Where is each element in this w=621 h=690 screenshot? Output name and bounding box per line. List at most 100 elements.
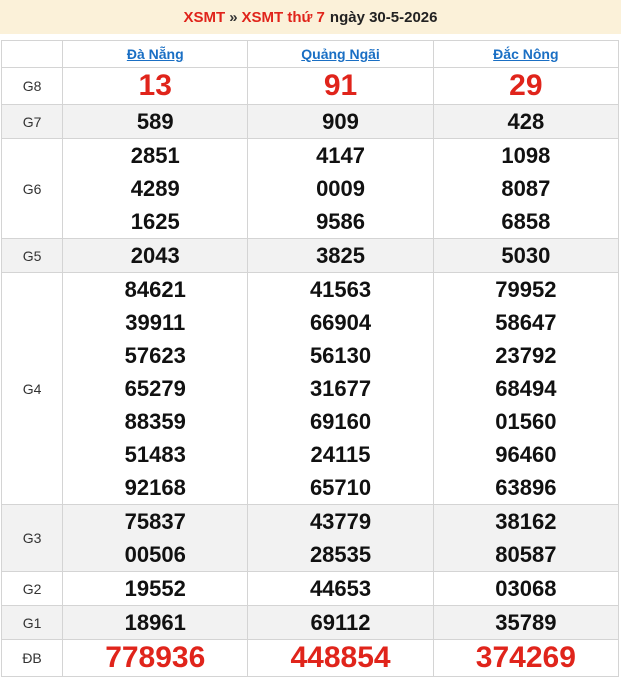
xsmt-link[interactable]: XSMT [184, 9, 226, 26]
prize-row-1: G7 589 909 428 [0, 104, 620, 139]
prize-number: 374269 [475, 641, 576, 674]
prize-number: 01560 [495, 409, 557, 434]
prize-cell: 43779 28535 [247, 504, 434, 572]
prize-row-5: G3 75837 00506 43779 28535 38162 80587 [0, 504, 620, 572]
prize-cell: 44653 [247, 571, 434, 606]
prize-label: G2 [0, 571, 64, 606]
prize-number: 69112 [310, 610, 371, 635]
prize-number: 91 [323, 69, 358, 102]
prize-number: 75837 [124, 509, 186, 534]
prize-label: G7 [0, 104, 64, 139]
prize-cell: 38162 80587 [432, 504, 620, 572]
prize-number: 23792 [495, 343, 557, 368]
prize-cell: 19552 [62, 571, 249, 606]
prize-number: 00506 [124, 542, 186, 567]
prize-number: 80587 [495, 542, 557, 567]
prize-number: 35789 [495, 610, 557, 635]
prize-number: 65279 [124, 376, 186, 401]
province-link[interactable]: Quảng Ngãi [247, 40, 434, 68]
results-table: Đà Nẵng Quảng Ngãi Đắc Nông G8 13 91 29 G7 58… [0, 40, 620, 677]
prize-number: 2851 [130, 143, 180, 168]
prize-cell: 374269 [432, 639, 620, 677]
prize-row-7: G1 18961 69112 35789 [0, 605, 620, 640]
prize-number: 909 [322, 109, 359, 134]
prize-number: 58647 [495, 310, 557, 335]
prize-number: 6858 [501, 209, 551, 234]
prize-number: 589 [136, 109, 174, 134]
prize-rows: G8 13 91 29 G7 589 909 428 G6 2851 4289 1625 4147 000… [0, 67, 620, 677]
prize-row-4: G4 84621 39911 57623 65279 88359 51483 92168 415… [0, 272, 620, 505]
prize-label: G6 [0, 138, 64, 239]
prize-cell: 2043 [62, 238, 249, 273]
province-link[interactable]: Đắc Nông [432, 40, 620, 68]
prize-row-6: G2 19552 44653 03068 [0, 571, 620, 606]
prize-cell: 589 [62, 104, 249, 139]
prize-number: 18961 [124, 610, 186, 635]
prize-cell: 1098 8087 6858 [432, 138, 620, 239]
prize-cell: 909 [247, 104, 434, 139]
prize-number: 5030 [501, 243, 551, 268]
prize-number: 38162 [495, 509, 557, 534]
prize-number: 39911 [125, 310, 186, 335]
prize-number: 51483 [124, 442, 186, 467]
page-header: XSMT » XSMT thứ 7 ngày 30-5-2026 [0, 0, 621, 34]
breadcrumb-separator: » [229, 8, 238, 26]
prize-number: 19552 [124, 576, 186, 601]
prize-number: 428 [507, 109, 545, 134]
prize-number: 28535 [309, 542, 372, 567]
prize-number: 69160 [309, 409, 372, 434]
prize-number: 9586 [316, 209, 366, 234]
prize-cell: 18961 [62, 605, 249, 640]
prize-cell: 91 [247, 67, 434, 105]
province-link[interactable]: Đà Nẵng [62, 40, 249, 68]
prize-label: G1 [0, 605, 64, 640]
prize-label: G4 [0, 272, 64, 505]
prize-number: 66904 [309, 310, 372, 335]
prize-number: 65710 [309, 475, 372, 500]
prize-number: 03068 [495, 576, 557, 601]
prize-number: 84621 [124, 277, 186, 302]
prize-label: G3 [0, 504, 64, 572]
prize-number: 778936 [105, 641, 206, 674]
prize-number: 68494 [495, 376, 557, 401]
prize-cell: 5030 [432, 238, 620, 273]
prize-number: 4289 [130, 176, 180, 201]
prize-number: 2043 [130, 243, 180, 268]
prize-number: 0009 [316, 176, 366, 201]
prize-number: 43779 [309, 509, 372, 534]
prize-cell: 778936 [62, 639, 249, 677]
prize-number: 24115 [310, 442, 371, 467]
prize-cell: 03068 [432, 571, 620, 606]
prize-number: 8087 [501, 176, 551, 201]
prize-row-8: ĐB 778936 448854 374269 [0, 639, 620, 677]
prize-cell: 13 [62, 67, 249, 105]
prize-label: G8 [0, 67, 64, 105]
prize-cell: 35789 [432, 605, 620, 640]
prize-cell: 29 [432, 67, 620, 105]
prize-label: ĐB [0, 639, 64, 677]
prize-number: 96460 [495, 442, 557, 467]
prize-row-2: G6 2851 4289 1625 4147 0009 9586 1098 8087 6858 [0, 138, 620, 239]
xsmt-thu7-link[interactable]: XSMT thứ 7 [242, 9, 325, 26]
prize-number: 41563 [309, 277, 372, 302]
prize-number: 57623 [124, 343, 186, 368]
prize-number: 3825 [316, 243, 366, 268]
prize-number: 1625 [130, 209, 180, 234]
prize-cell: 3825 [247, 238, 434, 273]
prize-number: 44653 [309, 576, 372, 601]
prize-cell: 41563 66904 56130 31677 69160 24115 65710 [247, 272, 434, 505]
prize-number: 88359 [124, 409, 186, 434]
prize-number: 4147 [316, 143, 366, 168]
draw-date: ngày 30-5-2026 [329, 8, 438, 26]
prize-number: 56130 [309, 343, 372, 368]
prize-row-3: G5 2043 3825 5030 [0, 238, 620, 273]
prize-number: 92168 [124, 475, 186, 500]
prize-cell: 2851 4289 1625 [62, 138, 249, 239]
prize-cell: 4147 0009 9586 [247, 138, 434, 239]
prize-number: 448854 [290, 641, 391, 674]
prize-number: 13 [138, 69, 172, 102]
prize-cell: 75837 00506 [62, 504, 249, 572]
prize-cell: 69112 [247, 605, 434, 640]
prize-cell: 84621 39911 57623 65279 88359 51483 92168 [62, 272, 249, 505]
prize-cell: 448854 [247, 639, 434, 677]
